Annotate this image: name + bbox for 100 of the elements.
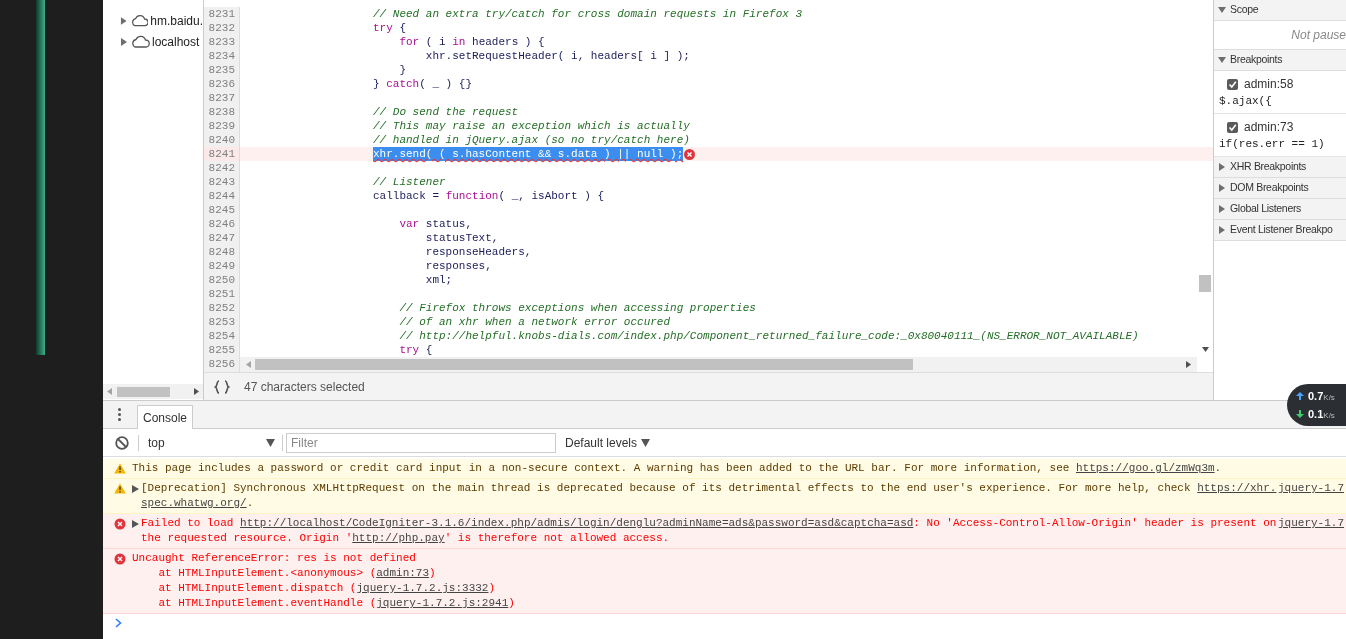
checkmark-icon — [1228, 122, 1237, 132]
console-tab[interactable]: Console — [137, 405, 194, 429]
source-link[interactable]: jquery-1.7 — [1278, 481, 1346, 496]
line-number: 8244 — [204, 189, 240, 203]
checkmark-icon — [1228, 79, 1237, 89]
line-number: 8246 — [204, 217, 240, 231]
tree-item-label[interactable]: hm.baidu. — [150, 11, 203, 30]
checkbox[interactable] — [1227, 78, 1238, 90]
section-header[interactable]: Scope — [1214, 0, 1346, 21]
section-header[interactable]: DOM Breakpoints — [1214, 178, 1346, 199]
line-number: 8254 — [204, 329, 240, 343]
link[interactable]: http://localhost/CodeIgniter-3.1.6/index.php/admis/login/denglu?adminName=ads&password=asd&captcha=asd — [240, 517, 914, 529]
line-number: 8243 — [204, 175, 240, 189]
scroll-left-icon — [246, 361, 251, 368]
scrollbar-thumb[interactable] — [1199, 275, 1211, 292]
tree-item-label[interactable]: localhost — [152, 32, 200, 51]
code-line: responseHeaders, — [424, 245, 532, 259]
line-number: 8235 — [204, 63, 240, 77]
warning-icon — [114, 463, 126, 475]
breakpoint-item[interactable]: admin:58 $.ajax({ — [1214, 71, 1346, 114]
console-message: This page includes a password or credit card input in a non-secure context. A warning has been added to the URL bar. For more information, see https://goo.gl/zmWq3m. — [132, 461, 1223, 476]
section-header[interactable]: Breakpoints — [1214, 50, 1346, 71]
line-number: 8236 — [204, 77, 240, 91]
link[interactable]: admin:73 — [376, 567, 430, 579]
line-number: 8248 — [204, 245, 240, 259]
line-number: 8240 — [204, 133, 240, 147]
horizontal-scrollbar[interactable] — [103, 384, 203, 399]
code-line: } — [398, 63, 406, 77]
clear-console-icon — [115, 435, 129, 450]
line-number: 8252 — [204, 301, 240, 315]
line-number: 8251 — [204, 287, 240, 301]
scroll-right-icon — [1186, 361, 1191, 368]
line-number: 8233 — [204, 35, 240, 49]
code-line: // of an xhr when a network error occured — [398, 315, 671, 329]
code-line: } catch( _ ) {} — [373, 77, 473, 91]
console-message: Failed to load http://localhost/CodeIgniter-3.1.6/index.php/admis/login/denglu?adminName=ads&password=asd&captcha=asd: No 'Access-Control-Allow-Origin' header is present on the requested resource. Origin 'http://php.pay' is therefore not allowed access. — [141, 516, 1278, 546]
line-number: 8238 — [204, 105, 240, 119]
error-icon — [114, 553, 126, 565]
code-line: responses, — [424, 259, 492, 273]
code-line: try { — [398, 343, 433, 357]
not-paused-message: Not pause — [1291, 27, 1346, 44]
error-icon — [114, 518, 126, 530]
cloud-icon — [129, 13, 149, 28]
line-number: 8232 — [204, 21, 240, 35]
console-message: Uncaught ReferenceError: res is not defined at HTMLInputElement.<anonymous> (admin:73) at HTMLInputElement.dispatch (jquery-1.7.2.js:3332) at HTMLInputElement.eventHandle (jquery-1.7.2.js:2941) — [132, 551, 516, 611]
line-number: 8237 — [204, 91, 240, 105]
code-line: // Listener — [373, 175, 446, 189]
scroll-left-icon — [107, 388, 112, 395]
dropdown-caret-icon — [266, 438, 275, 447]
line-number: 8245 — [204, 203, 240, 217]
line-number: 8250 — [204, 273, 240, 287]
code-line: try { — [373, 21, 406, 35]
line-number: 8253 — [204, 315, 240, 329]
code-line: xhr.setRequestHeader( i, headers[ i ] ); — [424, 49, 690, 63]
horizontal-scrollbar[interactable] — [240, 357, 1197, 372]
down-arrow-icon — [1296, 410, 1304, 418]
scrollbar-thumb[interactable] — [255, 359, 913, 370]
line-number: 8234 — [204, 49, 240, 63]
cloud-icon — [130, 34, 150, 49]
source-link[interactable]: jquery-1.7 — [1278, 516, 1346, 531]
curly-braces-icon — [214, 379, 230, 394]
dropdown-caret-icon — [641, 438, 651, 447]
link[interactable]: https://goo.gl/zmWq3m — [1075, 462, 1215, 474]
line-number: 8239 — [204, 119, 240, 133]
link[interactable]: jquery-1.7.2.js:3332 — [356, 582, 489, 594]
section-header[interactable]: Global Listeners — [1214, 199, 1346, 220]
code-line: // handled in jQuery.ajax (so no try/catch here) — [373, 133, 690, 147]
checkbox[interactable] — [1227, 121, 1238, 133]
line-number: 8255 — [204, 343, 240, 357]
scrollbar-thumb[interactable] — [117, 386, 170, 397]
link[interactable]: jquery-1.7.2.js:2941 — [376, 597, 509, 609]
scroll-right-icon — [194, 388, 199, 395]
filter-field[interactable]: Filter — [286, 432, 556, 453]
kebab-menu-icon — [117, 408, 121, 421]
code-line: var status, — [398, 217, 473, 231]
breakpoint-code: if(res.err == 1) — [1219, 137, 1326, 152]
code-line: // http://helpful.knobs-dials.com/index.php/Component_returned_failure_code:_0x80040111_(NS_ERROR_NOT_AVAILABLE) — [398, 329, 1139, 343]
scroll-down-icon — [1201, 347, 1209, 352]
selection-status: 47 characters selected — [244, 378, 365, 396]
link[interactable]: http://php.pay — [352, 532, 445, 544]
code-line: callback = function( _, isAbort ) { — [373, 189, 605, 203]
section-header[interactable]: Event Listener Breakpo — [1214, 220, 1346, 241]
section-header[interactable]: XHR Breakpoints — [1214, 157, 1346, 178]
breakpoint-location: admin:73 — [1244, 119, 1294, 136]
breakpoint-code: $.ajax({ — [1219, 94, 1273, 109]
link[interactable]: https://xhr. — [1197, 482, 1277, 494]
code-line: // Do send the request — [373, 105, 519, 119]
context-dropdown[interactable]: top — [144, 431, 279, 454]
speed-value: 0.7K/s — [1308, 388, 1335, 404]
levels-dropdown[interactable]: Default levels — [565, 433, 651, 452]
code-line: for ( i in headers ) { — [398, 35, 545, 49]
line-number: 8249 — [204, 259, 240, 273]
line-number: 8231 — [204, 7, 240, 21]
console-message: [Deprecation] Synchronous XMLHttpRequest on the main thread is deprecated because of its detrimental effects to the end user's experience. For more help, check https://xhr. spec.whatwg.org/. — [141, 481, 1278, 511]
speed-value: 0.1K/s — [1308, 406, 1335, 422]
link[interactable]: spec.whatwg.org/ — [141, 497, 247, 509]
warning-icon — [114, 483, 126, 495]
code-line: // Firefox throws exceptions when accessing properties — [398, 301, 756, 315]
prompt-chevron-icon — [115, 618, 122, 628]
up-arrow-icon — [1296, 392, 1304, 400]
